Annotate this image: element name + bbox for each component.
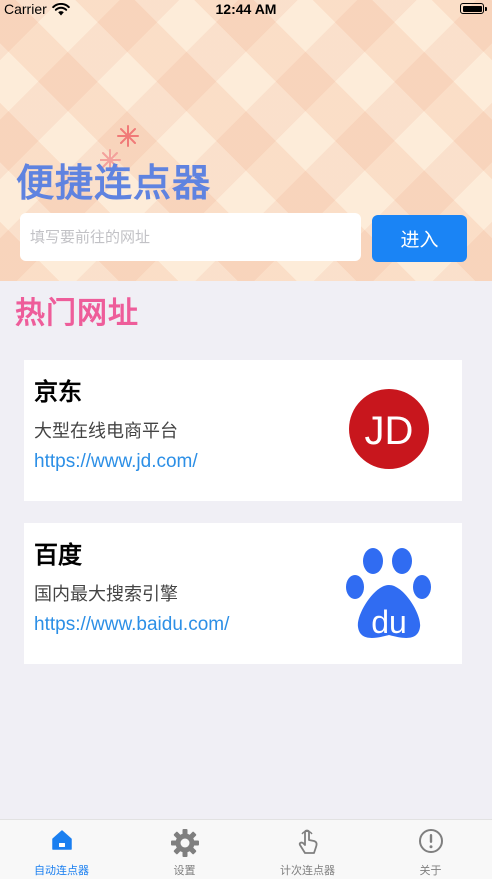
tab-settings[interactable]: 设置 bbox=[123, 820, 246, 879]
site-card-baidu[interactable]: 百度 国内最大搜索引擎 https://www.baidu.com/ du bbox=[24, 523, 462, 664]
section-title: 热门网址 bbox=[15, 296, 139, 331]
tab-label: 设置 bbox=[173, 864, 196, 877]
site-url-link[interactable]: https://www.baidu.com/ bbox=[34, 614, 229, 636]
info-icon bbox=[418, 829, 443, 853]
tab-label: 计次连点器 bbox=[280, 864, 335, 877]
gear-icon bbox=[170, 829, 199, 857]
home-icon bbox=[51, 830, 72, 850]
baidu-paw-logo-icon: du bbox=[346, 548, 431, 640]
site-name: 百度 bbox=[34, 541, 82, 569]
header-banner: 便捷连点器 进入 bbox=[0, 0, 492, 281]
status-bar: Carrier 12:44 AM bbox=[0, 0, 492, 20]
finger-tap-icon bbox=[298, 829, 317, 854]
tab-about[interactable]: 关于 bbox=[369, 820, 492, 879]
site-url-link[interactable]: https://www.jd.com/ bbox=[34, 451, 198, 473]
tab-bar: 自动连点器 设置 计次连点器 关于 bbox=[0, 819, 492, 879]
site-card-jd[interactable]: 京东 大型在线电商平台 https://www.jd.com/ JD bbox=[24, 360, 462, 501]
site-description: 大型在线电商平台 bbox=[34, 421, 178, 442]
url-input[interactable] bbox=[20, 213, 361, 261]
jd-logo-icon: JD bbox=[349, 389, 429, 469]
site-name: 京东 bbox=[34, 378, 82, 406]
baidu-logo-text: du bbox=[371, 604, 407, 640]
battery-icon bbox=[460, 3, 487, 14]
clock: 12:44 AM bbox=[215, 1, 277, 17]
tab-label: 自动连点器 bbox=[34, 864, 89, 877]
jd-logo-text: JD bbox=[365, 409, 414, 453]
site-description: 国内最大搜索引擎 bbox=[34, 584, 178, 605]
app-title: 便捷连点器 bbox=[16, 161, 212, 205]
enter-button[interactable]: 进入 bbox=[372, 215, 467, 262]
tab-count-clicker[interactable]: 计次连点器 bbox=[246, 820, 369, 879]
tab-label: 关于 bbox=[419, 864, 442, 877]
tab-auto-clicker[interactable]: 自动连点器 bbox=[0, 820, 123, 879]
